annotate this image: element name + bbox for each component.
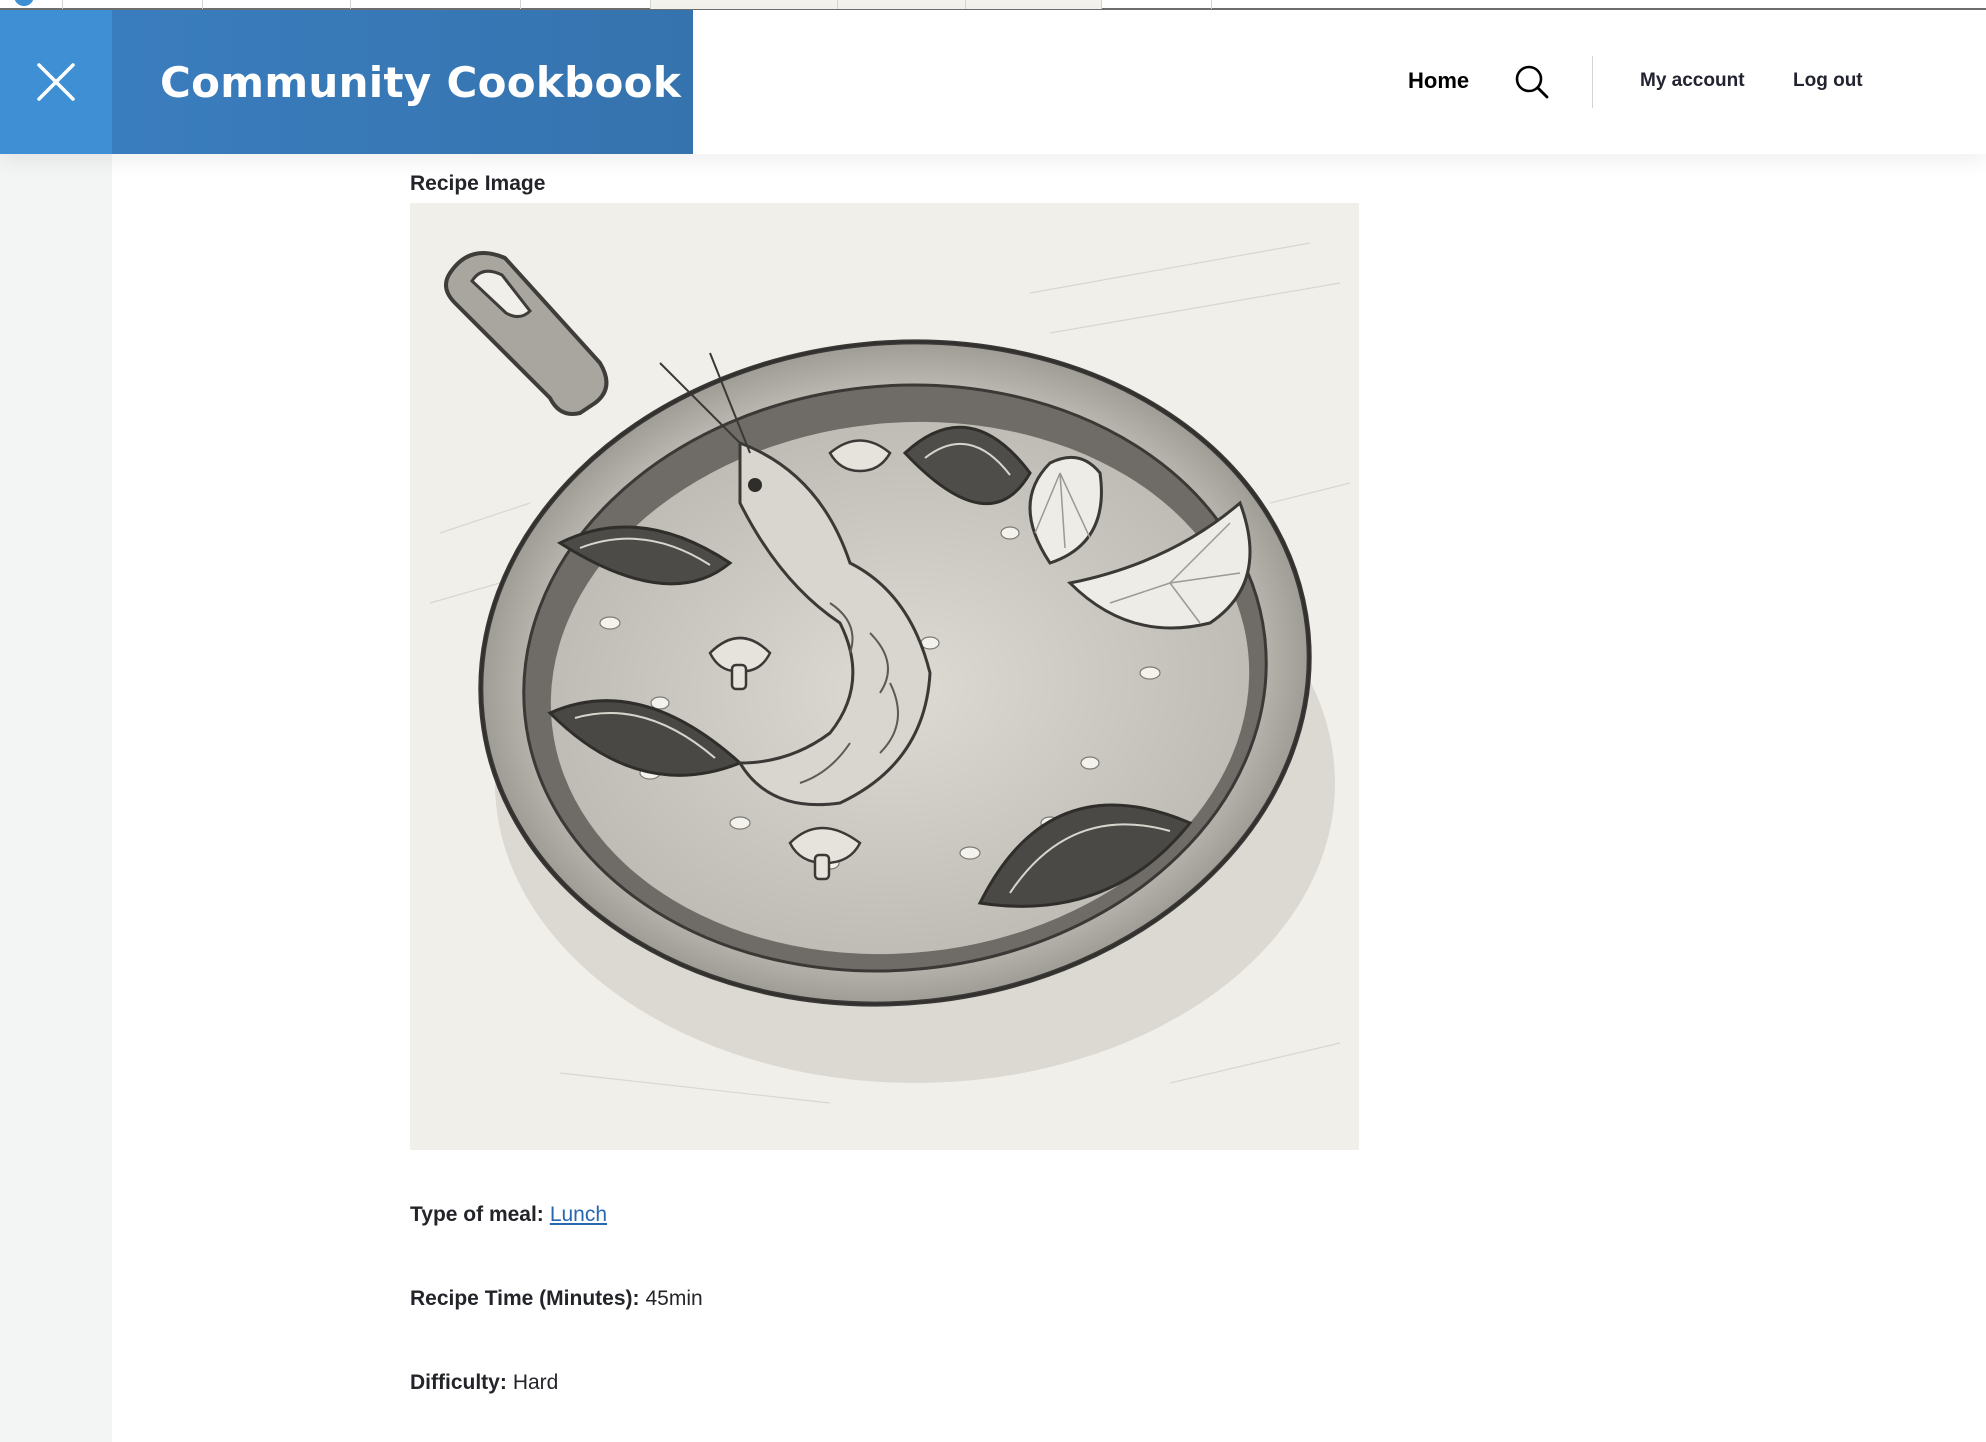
meal-type-field: Type of meal: Lunch: [410, 1203, 607, 1227]
toolbar-tab[interactable]: [651, 0, 838, 9]
toolbar-tab[interactable]: [966, 0, 1102, 9]
toolbar-tab[interactable]: [521, 0, 651, 9]
nav-home-link[interactable]: Home: [1408, 68, 1469, 94]
difficulty-value: Hard: [512, 1371, 559, 1394]
toolbar-tab[interactable]: [63, 0, 203, 9]
recipe-image: [410, 203, 1359, 1150]
left-gutter: [0, 154, 112, 1442]
meal-type-label: Type of meal:: [410, 1203, 544, 1226]
recipe-image-label: Recipe Image: [410, 172, 546, 195]
search-button[interactable]: [1512, 62, 1552, 102]
close-icon: [37, 63, 75, 101]
nav-my-account-link[interactable]: My account: [1640, 70, 1745, 92]
recipe-time-value: 45min: [645, 1287, 703, 1310]
admin-toolbar-strip: [0, 0, 1986, 10]
site-branding[interactable]: Community Cookbook: [112, 10, 693, 154]
recipe-time-field: Recipe Time (Minutes): 45min: [410, 1287, 703, 1311]
toolbar-tab[interactable]: [1102, 0, 1212, 9]
nav-log-out-link[interactable]: Log out: [1793, 70, 1863, 92]
site-title[interactable]: Community Cookbook: [160, 58, 681, 107]
difficulty-label: Difficulty:: [410, 1371, 507, 1394]
site-header: Community Cookbook Home My account Log o…: [0, 10, 1986, 154]
nav-divider: [1592, 56, 1593, 108]
toolbar-tab[interactable]: [203, 0, 351, 9]
toolbar-tab[interactable]: [351, 0, 521, 9]
meal-type-link[interactable]: Lunch: [550, 1203, 607, 1226]
toolbar-tab[interactable]: [838, 0, 966, 9]
toolbar-tab[interactable]: [0, 0, 63, 9]
difficulty-field: Difficulty: Hard: [410, 1371, 558, 1395]
close-menu-button[interactable]: [0, 10, 112, 154]
search-icon: [1515, 65, 1549, 99]
recipe-time-label: Recipe Time (Minutes):: [410, 1287, 640, 1310]
